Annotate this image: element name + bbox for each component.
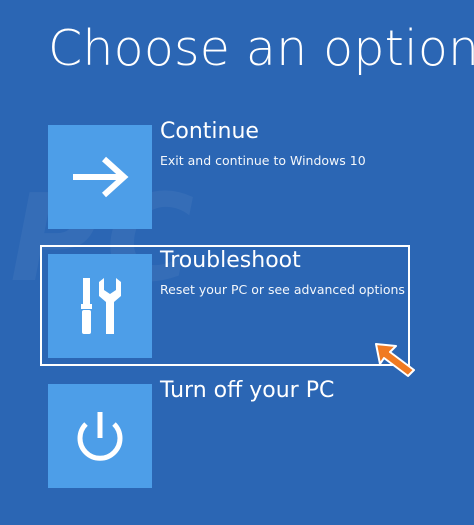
troubleshoot-tile[interactable] — [48, 254, 152, 358]
turn-off-label: Turn off your PC — [160, 378, 335, 403]
continue-description: Exit and continue to Windows 10 — [160, 153, 366, 168]
pointer-arrow-icon — [375, 343, 415, 377]
option-troubleshoot[interactable]: Troubleshoot Reset your PC or see advanc… — [48, 248, 428, 358]
power-icon — [77, 412, 123, 461]
tools-icon — [81, 278, 121, 334]
troubleshoot-description: Reset your PC or see advanced options — [160, 282, 405, 297]
turn-off-tile[interactable] — [48, 384, 152, 488]
page-title: Choose an option — [48, 20, 474, 77]
continue-label: Continue — [160, 119, 259, 144]
continue-tile[interactable] — [48, 125, 152, 229]
option-continue[interactable]: Continue Exit and continue to Windows 10 — [48, 119, 428, 229]
troubleshoot-label: Troubleshoot — [160, 248, 301, 273]
arrow-right-icon — [73, 156, 129, 198]
option-turn-off[interactable]: Turn off your PC — [48, 378, 428, 488]
